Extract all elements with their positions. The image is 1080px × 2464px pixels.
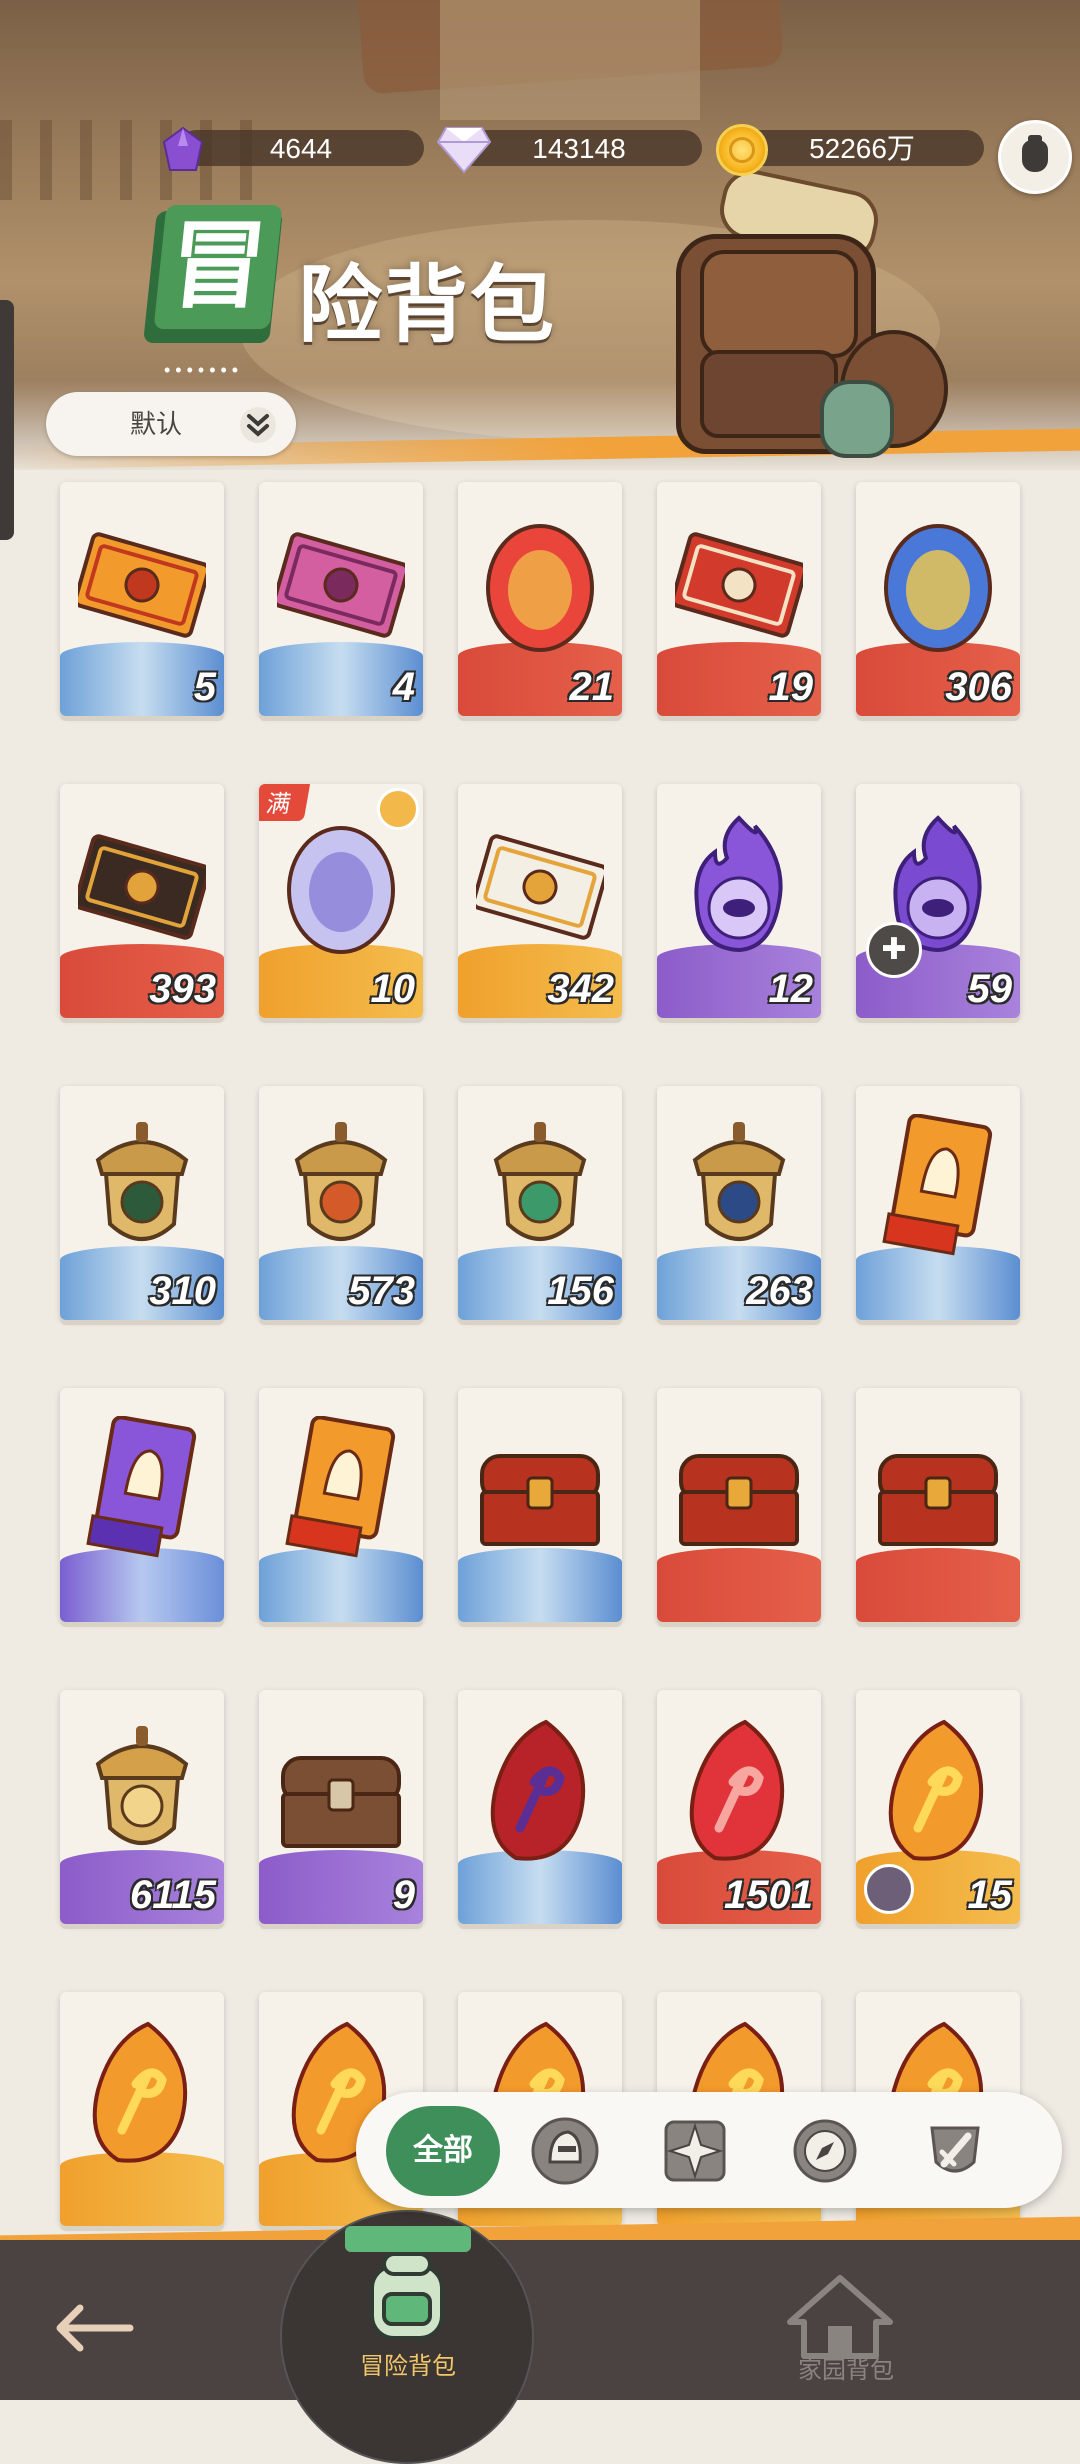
item-quantity: 21	[569, 665, 615, 709]
item-quantity: 342	[547, 967, 614, 1011]
nav-home-bag-label[interactable]: 家园背包	[756, 2350, 936, 2385]
gold-rune-shard-icon	[92, 2021, 188, 2163]
item-card[interactable]	[60, 1388, 224, 1622]
item-card[interactable]: 19	[657, 482, 821, 716]
item-card[interactable]: 1501	[657, 1690, 821, 1924]
puzzle-piece-icon: ✚	[866, 922, 922, 978]
item-quantity: 306	[945, 665, 1012, 709]
item-quantity: 9	[392, 1873, 415, 1917]
treasure-chest-red-icon	[679, 1454, 799, 1546]
back-arrow-icon[interactable]	[50, 2298, 140, 2358]
item-card[interactable]: 393	[60, 784, 224, 1018]
item-quantity: 19	[768, 665, 814, 709]
item-card[interactable]: 9	[259, 1690, 423, 1924]
home-icon[interactable]	[780, 2272, 900, 2362]
card-rarity-band	[856, 1548, 1020, 1622]
item-card[interactable]: 5	[60, 482, 224, 716]
nav-adventure-bag-label[interactable]: 冒险背包	[318, 2346, 498, 2381]
card-rarity-band	[60, 1548, 224, 1622]
item-quantity: 310	[149, 1269, 216, 1313]
white-envelope-icon	[476, 834, 604, 940]
acorn-star-badge-icon	[692, 1122, 786, 1241]
acorn-sun-badge-icon	[294, 1122, 388, 1241]
item-quantity: 10	[370, 967, 416, 1011]
emblem-icon	[377, 788, 419, 830]
item-quantity: 6115	[129, 1873, 216, 1917]
heart-amulet-icon	[486, 524, 594, 652]
item-quantity: 1501	[724, 1873, 813, 1917]
item-quantity: 5	[193, 665, 216, 709]
acorn-diamond-badge-icon	[95, 1726, 189, 1845]
gold-coin-icon	[716, 124, 768, 176]
item-card[interactable]: 12	[657, 784, 821, 1018]
card-rarity-band	[60, 2152, 224, 2226]
purple-helmet-card-icon	[86, 1416, 197, 1558]
red-rune-shard-icon	[689, 1719, 785, 1861]
item-quantity: 59	[967, 967, 1013, 1011]
acorn-eye-badge-icon	[95, 1122, 189, 1241]
red-rune-crystal-icon	[490, 1719, 586, 1861]
item-card[interactable]: 573	[259, 1086, 423, 1320]
card-rarity-band	[458, 1548, 622, 1622]
adventure-backpack-icon[interactable]	[352, 2246, 462, 2346]
treasure-chest-red-icon	[480, 1454, 600, 1546]
item-quantity: 15	[967, 1873, 1013, 1917]
item-card[interactable]: 满 10	[259, 784, 423, 1018]
item-quantity: 4	[392, 665, 415, 709]
black-gold-envelope-icon	[78, 834, 206, 940]
item-card[interactable]: 263	[657, 1086, 821, 1320]
item-card[interactable]: 156	[458, 1086, 622, 1320]
item-card[interactable]	[856, 1086, 1020, 1320]
crystal-orb-icon	[884, 524, 992, 652]
item-card[interactable]	[458, 1388, 622, 1622]
mirror-egg-icon	[287, 826, 395, 954]
item-quantity: 12	[768, 967, 814, 1011]
character-avatar	[864, 1864, 914, 1914]
item-card[interactable]	[458, 1690, 622, 1924]
exchange-ticket-orange-icon	[78, 532, 206, 638]
item-quantity: 393	[149, 967, 216, 1011]
compass-needle-icon[interactable]	[788, 2114, 862, 2188]
item-quantity: 263	[746, 1269, 813, 1313]
item-card[interactable]: 306	[856, 482, 1020, 716]
item-quantity: 156	[547, 1269, 614, 1313]
full-status-tag: 满	[259, 784, 311, 821]
item-card[interactable]: 342	[458, 784, 622, 1018]
category-filter-bar: 全部	[356, 2092, 1062, 2208]
item-card[interactable]	[60, 1992, 224, 2226]
item-card[interactable]	[657, 1388, 821, 1622]
item-card[interactable]	[856, 1388, 1020, 1622]
star-compass-icon[interactable]	[658, 2114, 732, 2188]
item-card[interactable]: 15	[856, 1690, 1020, 1924]
orange-helmet-card-icon	[882, 1114, 993, 1256]
item-quantity: 573	[348, 1269, 415, 1313]
item-card[interactable]: 6115	[60, 1690, 224, 1924]
card-rarity-band	[657, 1548, 821, 1622]
gold-rune-shard-icon	[888, 1719, 984, 1861]
card-rarity-band	[458, 1850, 622, 1924]
treasure-chest-red-icon	[878, 1454, 998, 1546]
item-card[interactable]: 4	[259, 482, 423, 716]
card-rarity-band	[856, 1246, 1020, 1320]
filter-all-button[interactable]: 全部	[386, 2106, 500, 2196]
item-card[interactable]: 310	[60, 1086, 224, 1320]
amethyst-icon	[162, 126, 204, 171]
exchange-ticket-purple-icon	[277, 532, 405, 638]
bottom-nav: 冒险背包 家园背包	[0, 2210, 1080, 2464]
red-letter-envelope-icon	[675, 532, 803, 638]
warrior-helmet-icon[interactable]	[528, 2114, 602, 2188]
purple-eye-flame-icon	[694, 815, 783, 953]
item-grid: 5 4 21 19 306 393 满 10 342 12 ✚ 59 310 5…	[0, 0, 1080, 2400]
wooden-chest-icon	[281, 1756, 401, 1848]
item-card[interactable]: ✚ 59	[856, 784, 1020, 1018]
diamond-icon	[436, 127, 492, 174]
item-card[interactable]: 21	[458, 482, 622, 716]
orange-helmet-card-anchor-icon	[285, 1416, 396, 1558]
shield-sword-icon[interactable]	[918, 2114, 992, 2188]
acorn-leaf-badge-icon	[493, 1122, 587, 1241]
item-card[interactable]	[259, 1388, 423, 1622]
card-rarity-band	[259, 1548, 423, 1622]
